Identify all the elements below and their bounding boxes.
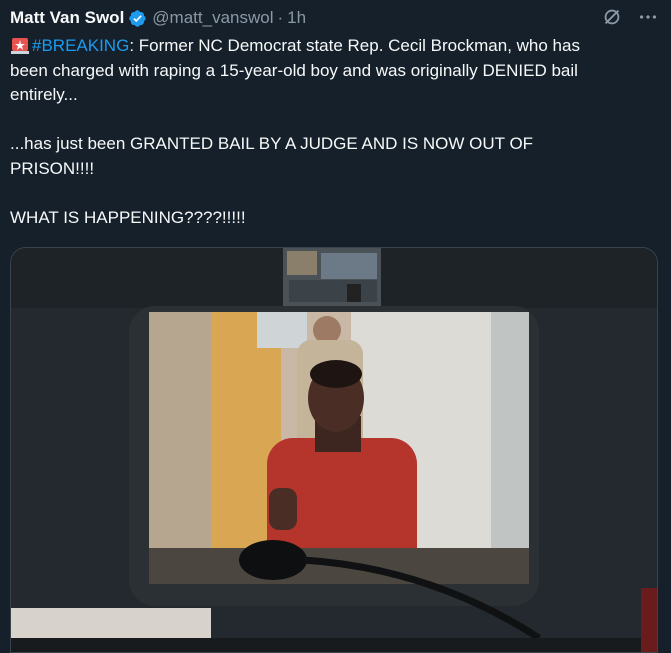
tweet[interactable]: Matt Van Swol @matt_vanswol · 1h #BREAKI… [0,0,671,653]
tweet-line-4: ...has just been GRANTED BAIL BY A JUDGE… [10,134,534,153]
tweet-text: #BREAKING: Former NC Democrat state Rep.… [10,34,660,230]
tweet-line-1-text: : Former NC Democrat state Rep. Cecil Br… [129,36,580,55]
tweet-line-2: been charged with raping a 15-year-old b… [10,60,578,80]
author-handle[interactable]: @matt_vanswol [152,8,273,28]
tweet-line-6: WHAT IS HAPPENING????!!!!! [10,207,246,227]
court-video-frame [11,248,657,652]
verified-badge-icon [129,9,146,27]
tweet-line-3: entirely... [10,85,78,104]
video-thumbnail[interactable] [10,247,658,653]
separator-dot: · [277,8,284,27]
hashtag-breaking[interactable]: #BREAKING [32,36,129,55]
tweet-line-1: #BREAKING: Former NC Democrat state Rep.… [10,34,660,59]
grok-icon[interactable] [601,6,623,28]
tweet-line-5: PRISON!!!! [10,158,95,178]
tweet-header: Matt Van Swol @matt_vanswol · 1h [10,6,659,30]
header-actions [601,6,659,28]
timestamp[interactable]: 1h [287,8,306,28]
microphone [239,540,307,580]
author-name[interactable]: Matt Van Swol [10,8,124,28]
police-light-emoji [11,38,29,54]
more-options-icon[interactable] [637,6,659,28]
